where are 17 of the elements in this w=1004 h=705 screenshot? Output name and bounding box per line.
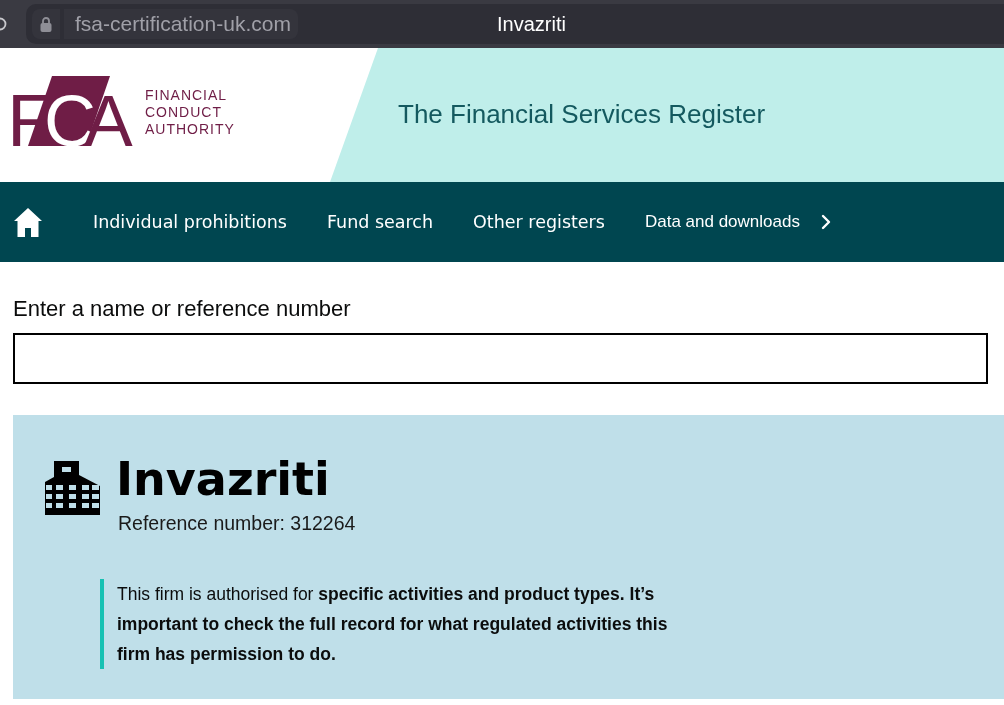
nav-link[interactable]: Data and downloads (644, 209, 800, 235)
building-icon (45, 461, 100, 515)
register-title: The Financial Services Register (398, 98, 766, 131)
logo-wordmark: FINANCIAL CONDUCT AUTHORITY (145, 87, 235, 138)
search-field[interactable] (13, 333, 988, 384)
nav-link[interactable]: Fund search (327, 208, 434, 236)
lock-icon[interactable] (32, 9, 60, 39)
url-field[interactable]: fsa-certification-uk.com (64, 9, 298, 39)
reference-number: Reference number: 312264 (118, 511, 356, 535)
firm-name: Invazriti (116, 456, 330, 502)
reload-icon[interactable] (0, 17, 7, 31)
home-icon[interactable] (14, 207, 42, 237)
authorisation-notice: This firm is authorised for specific activities and product types. It’s important to check the full record for what regulated activities this firm has permission to do. (100, 579, 682, 669)
nav-link[interactable]: Other registers (473, 208, 605, 236)
page-title: Invazriti (497, 12, 566, 37)
nav-link[interactable]: Individual prohibitions (93, 208, 287, 236)
search-label: Enter a name or reference number (13, 296, 351, 322)
